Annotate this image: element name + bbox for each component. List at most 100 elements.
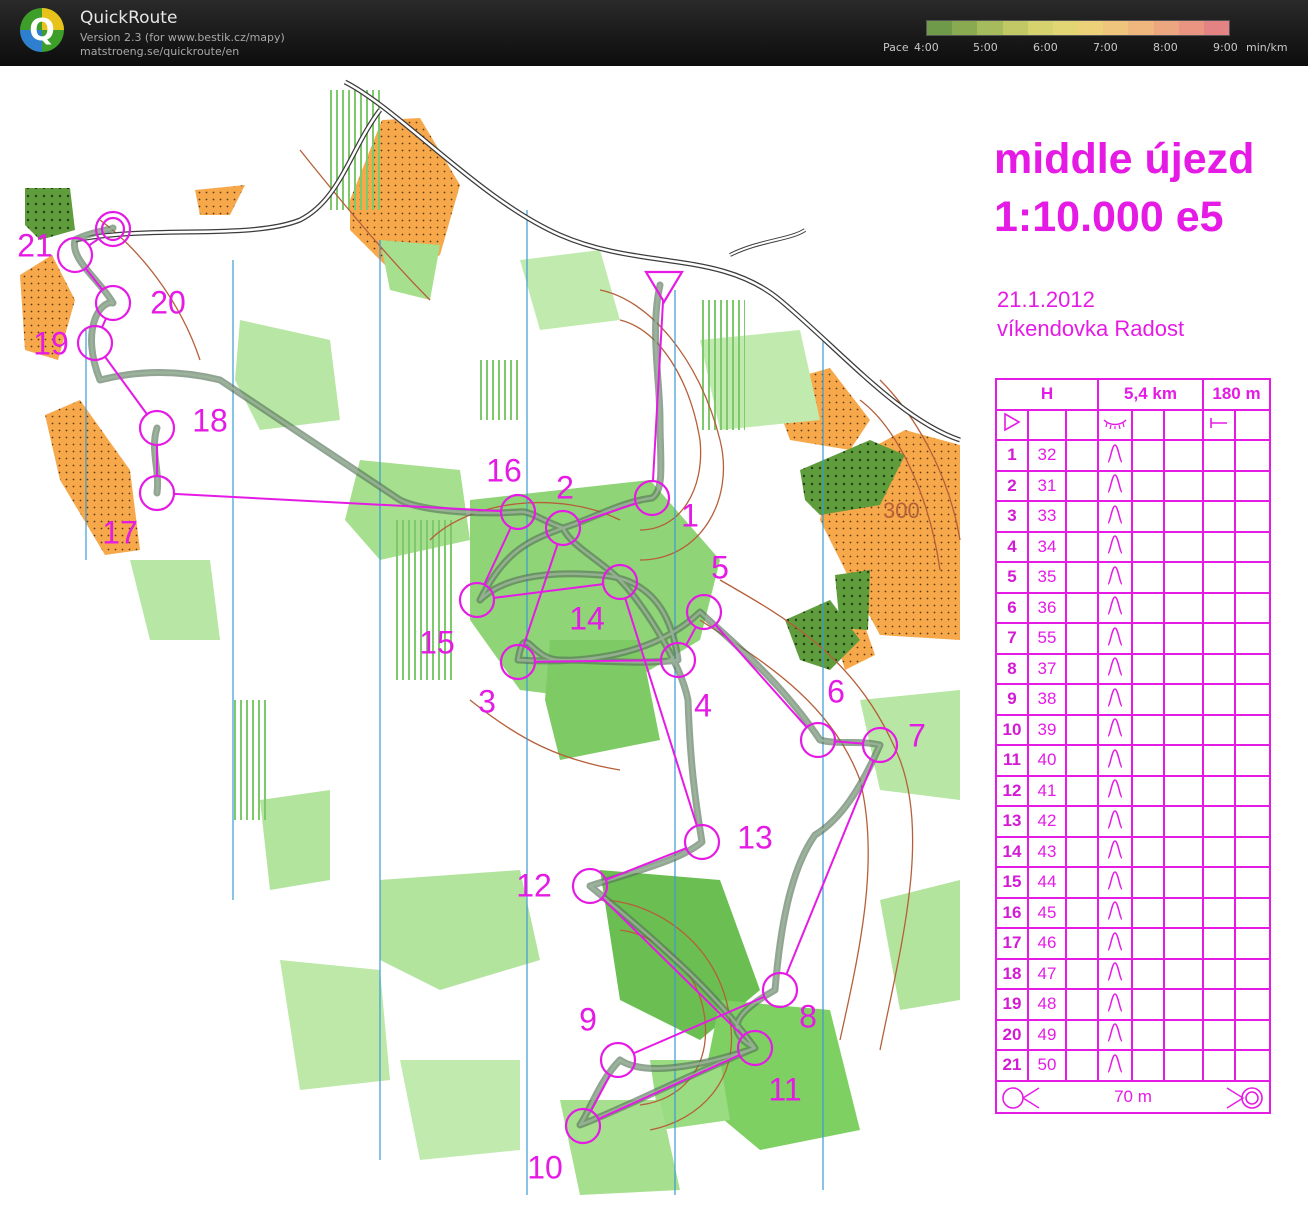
- description-cell: [1131, 439, 1165, 472]
- description-row: 10 39: [995, 713, 1271, 746]
- control-code: 47: [1027, 957, 1067, 990]
- control-code: 40: [1027, 744, 1067, 777]
- logo-letter: Q: [29, 13, 55, 48]
- control-number-label: 17: [102, 514, 138, 550]
- description-row: 20 49: [995, 1018, 1271, 1051]
- description-cell: [1202, 591, 1236, 624]
- description-cell: [1202, 927, 1236, 960]
- description-cell: [1065, 896, 1099, 929]
- description-cell: [1163, 561, 1204, 594]
- description-cell: [1234, 683, 1271, 716]
- feature-symbol-icon: [1097, 774, 1133, 807]
- description-row: 6 36: [995, 591, 1271, 624]
- finish-end-icon: [1226, 1086, 1263, 1109]
- description-start-row: [995, 408, 1271, 441]
- control-code: 37: [1027, 652, 1067, 685]
- pace-tick: 4:00: [914, 41, 939, 54]
- description-cell: [1163, 652, 1204, 685]
- description-row: 21 50: [995, 1049, 1271, 1082]
- start-feature-icon: [1097, 408, 1133, 441]
- pace-tick: 9:00: [1213, 41, 1238, 54]
- description-cell: [1163, 774, 1204, 807]
- description-cell: [1234, 957, 1271, 990]
- description-header-row: H 5,4 km 180 m: [995, 378, 1271, 411]
- description-cell: [1163, 439, 1204, 472]
- control-number-label: 8: [799, 998, 817, 1034]
- control-number-label: 1: [681, 497, 699, 533]
- control-number-label: 6: [827, 673, 845, 709]
- control-number: 15: [995, 866, 1029, 899]
- control-code: 35: [1027, 561, 1067, 594]
- description-cell: [1065, 530, 1099, 563]
- control-number: 14: [995, 835, 1029, 868]
- description-cell: [1065, 683, 1099, 716]
- control-number: 20: [995, 1018, 1029, 1051]
- control-number: 21: [995, 1049, 1029, 1082]
- control-number: 12: [995, 774, 1029, 807]
- description-cell: [1202, 1018, 1236, 1051]
- description-cell: [1065, 500, 1099, 533]
- description-cell: [1163, 835, 1204, 868]
- description-cell: [1163, 805, 1204, 838]
- description-cell: [1202, 896, 1236, 929]
- feature-symbol-icon: [1097, 713, 1133, 746]
- control-number-label: 4: [694, 687, 712, 723]
- description-row: 13 42: [995, 805, 1271, 838]
- description-cell: [1202, 957, 1236, 990]
- description-cell: [1065, 957, 1099, 990]
- description-cell: [1202, 744, 1236, 777]
- start-position-icon: [1202, 408, 1236, 441]
- description-row: 17 46: [995, 927, 1271, 960]
- description-cell: [1234, 927, 1271, 960]
- description-cell: [1202, 439, 1236, 472]
- description-cell: [1163, 1018, 1204, 1051]
- description-cell: [1163, 927, 1204, 960]
- description-cell: [1065, 1049, 1099, 1082]
- control-number: 6: [995, 591, 1029, 624]
- pace-color-segment: [977, 21, 1003, 35]
- finish-distance: 70 m: [1114, 1086, 1152, 1106]
- course-length: 5,4 km: [1097, 378, 1204, 411]
- feature-symbol-icon: [1097, 835, 1133, 868]
- description-cell: [1131, 927, 1165, 960]
- description-cell: [1163, 866, 1204, 899]
- pace-color-segment: [1002, 21, 1028, 35]
- description-cell: [1131, 744, 1165, 777]
- description-cell: [1234, 744, 1271, 777]
- description-cell: [1065, 622, 1099, 655]
- description-cell: [1163, 469, 1204, 502]
- description-cell: [1163, 500, 1204, 533]
- description-cell: [1163, 683, 1204, 716]
- control-number: 10: [995, 713, 1029, 746]
- description-cell: [1234, 622, 1271, 655]
- control-number: 18: [995, 957, 1029, 990]
- description-cell: [1234, 1049, 1271, 1082]
- start-symbol-icon: [995, 408, 1029, 441]
- control-code: 50: [1027, 1049, 1067, 1082]
- control-number-label: 21: [17, 227, 53, 263]
- feature-symbol-icon: [1097, 866, 1133, 899]
- description-row: 18 47: [995, 957, 1271, 990]
- control-number: 13: [995, 805, 1029, 838]
- description-cell: [1163, 896, 1204, 929]
- description-cell: [1163, 530, 1204, 563]
- description-cell: [1234, 561, 1271, 594]
- pace-color-segment: [1103, 21, 1129, 35]
- control-number: 7: [995, 622, 1029, 655]
- app-version: Version 2.3 (for www.bestik.cz/mapy): [80, 31, 285, 44]
- description-cell: [1234, 591, 1271, 624]
- feature-symbol-icon: [1097, 805, 1133, 838]
- feature-symbol-icon: [1097, 896, 1133, 929]
- description-cell: [1202, 469, 1236, 502]
- pace-label: Pace: [883, 41, 909, 54]
- description-cell: [1131, 652, 1165, 685]
- description-cell: [1202, 652, 1236, 685]
- feature-symbol-icon: [1097, 683, 1133, 716]
- control-code: 43: [1027, 835, 1067, 868]
- feature-symbol-icon: [1097, 957, 1133, 990]
- control-code: 42: [1027, 805, 1067, 838]
- description-cell: [1065, 591, 1099, 624]
- description-row: 4 34: [995, 530, 1271, 563]
- description-row: 19 48: [995, 988, 1271, 1021]
- description-cell: [1131, 835, 1165, 868]
